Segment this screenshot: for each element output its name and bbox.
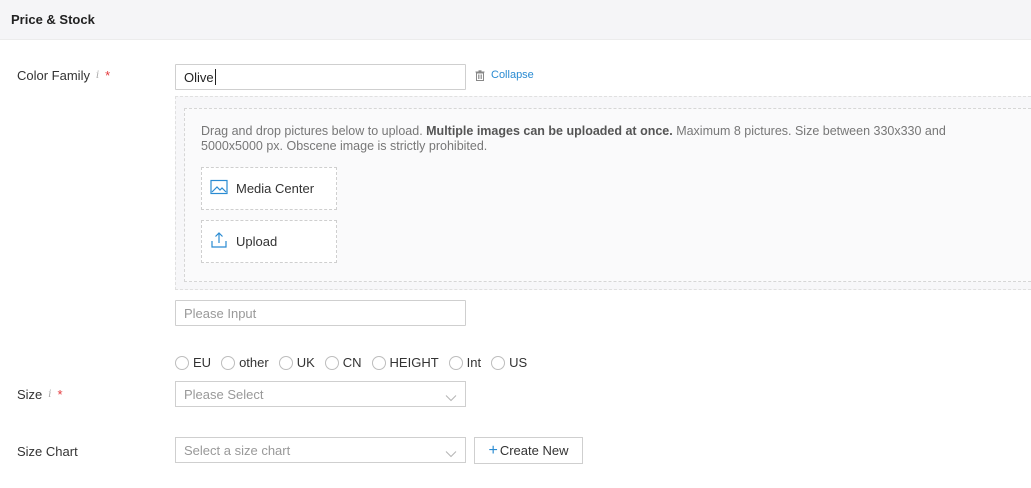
color-extra-input-placeholder: Please Input xyxy=(184,305,257,321)
collapse-label: Collapse xyxy=(491,69,534,81)
radio-circle xyxy=(491,355,506,370)
radio-uk[interactable]: UK xyxy=(278,355,315,370)
radio-circle xyxy=(221,355,236,370)
media-center-button[interactable]: Media Center xyxy=(201,167,337,210)
upload-description-text: Drag and drop pictures below to upload. xyxy=(201,124,427,138)
radio-label: US xyxy=(509,355,528,370)
info-icon[interactable]: i xyxy=(48,389,51,400)
create-new-button[interactable]: + Create New xyxy=(474,437,583,464)
required-marker: * xyxy=(105,68,111,83)
radio-label: HEIGHT xyxy=(389,355,439,370)
size-select[interactable]: Please Select xyxy=(175,381,466,407)
size-chart-select-placeholder: Select a size chart xyxy=(184,442,291,458)
upload-button[interactable]: Upload xyxy=(201,220,337,263)
upload-description: Drag and drop pictures below to upload. … xyxy=(201,124,991,154)
size-label-row: Size i * xyxy=(17,387,63,402)
radio-label: other xyxy=(239,355,269,370)
section-title: Price & Stock xyxy=(11,12,95,27)
color-extra-input[interactable]: Please Input xyxy=(175,300,466,326)
size-chart-label-row: Size Chart xyxy=(17,444,78,459)
radio-circle xyxy=(448,355,463,370)
radio-circle xyxy=(278,355,293,370)
radio-us[interactable]: US xyxy=(491,355,527,370)
size-type-radio-group: EU other UK CN HEIGHT Int US xyxy=(175,355,537,370)
radio-label: Int xyxy=(466,355,482,370)
radio-label: CN xyxy=(342,355,362,370)
upload-label: Upload xyxy=(236,234,278,249)
color-family-input[interactable]: Olive xyxy=(175,64,466,90)
radio-circle xyxy=(371,355,386,370)
collapse-button[interactable]: Collapse xyxy=(475,69,534,81)
color-family-value: Olive xyxy=(184,69,214,85)
media-center-label: Media Center xyxy=(236,181,315,196)
size-chart-label: Size Chart xyxy=(17,444,78,459)
radio-height[interactable]: HEIGHT xyxy=(371,355,439,370)
image-icon xyxy=(210,179,228,198)
plus-icon: + xyxy=(488,441,498,459)
radio-circle xyxy=(324,355,339,370)
upload-description-bold: Multiple images can be uploaded at once. xyxy=(426,124,673,138)
upload-icon xyxy=(210,231,228,252)
size-select-placeholder: Please Select xyxy=(184,386,264,402)
radio-int[interactable]: Int xyxy=(448,355,482,370)
chevron-down-icon xyxy=(445,390,457,402)
radio-cn[interactable]: CN xyxy=(324,355,362,370)
required-marker: * xyxy=(57,387,63,402)
radio-circle xyxy=(175,355,189,370)
radio-label: UK xyxy=(296,355,315,370)
radio-eu[interactable]: EU xyxy=(175,355,211,370)
chevron-down-icon xyxy=(445,446,457,458)
text-caret xyxy=(214,69,216,85)
size-chart-select[interactable]: Select a size chart xyxy=(175,437,466,463)
size-label: Size xyxy=(17,387,43,402)
color-family-label-row: Color Family i * xyxy=(17,68,110,83)
create-new-label: Create New xyxy=(499,443,569,458)
section-header: Price & Stock xyxy=(0,0,1031,40)
color-family-label: Color Family xyxy=(17,68,90,83)
radio-label: EU xyxy=(193,355,212,370)
info-icon[interactable]: i xyxy=(96,70,99,81)
trash-icon xyxy=(475,69,485,81)
radio-other[interactable]: other xyxy=(221,355,269,370)
